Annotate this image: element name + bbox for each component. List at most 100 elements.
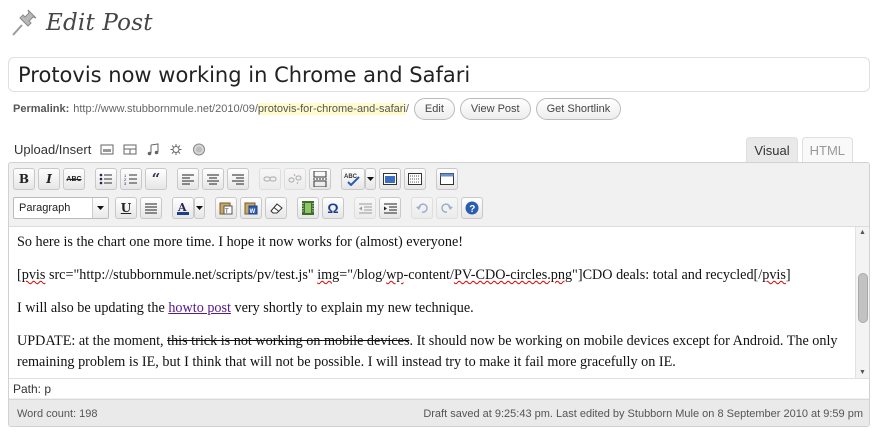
spellcheck-icon: ABC	[344, 174, 360, 186]
image-icon[interactable]	[100, 143, 114, 156]
align-center-icon	[207, 174, 219, 184]
align-center-button[interactable]	[202, 168, 224, 190]
text-color-button[interactable]: A	[172, 197, 194, 219]
permalink-base: http://www.stubbornmule.net/2010/09/	[73, 103, 258, 115]
editor-statusbar: Word count: 198 Draft saved at 9:25:43 p…	[9, 399, 869, 426]
media-icon[interactable]	[169, 143, 183, 156]
outdent-button[interactable]	[354, 197, 376, 219]
tab-visual[interactable]: Visual	[746, 137, 798, 163]
spellcheck-button[interactable]: ABC	[341, 168, 365, 190]
tab-html[interactable]: HTML	[801, 137, 853, 163]
post-editor: B I ABC 123 “ ABC Paragraph U A T W Ω ? …	[8, 162, 870, 427]
post-title-input[interactable]	[8, 57, 870, 92]
bullet-list-button[interactable]	[95, 168, 117, 190]
view-post-button[interactable]: View Post	[459, 98, 531, 120]
undo-button[interactable]	[411, 197, 433, 219]
insert-custom-button[interactable]	[436, 168, 458, 190]
permalink-slug[interactable]: protovis-for-chrome-and-safari	[257, 103, 406, 115]
fullscreen-button[interactable]	[379, 168, 401, 190]
bullet-list-icon	[99, 173, 112, 185]
kitchen-sink-button[interactable]	[404, 168, 426, 190]
content-scrollbar[interactable]: ▲ ▼	[855, 226, 869, 378]
upload-insert-label: Upload/Insert	[14, 141, 92, 157]
gallery-icon[interactable]	[192, 143, 206, 156]
link-icon	[263, 176, 277, 182]
pushpin-icon	[12, 9, 37, 36]
underline-button[interactable]: U	[115, 197, 137, 219]
permalink-trailing: /	[405, 103, 409, 115]
paragraph: So here is the chart one more time. I ho…	[17, 234, 463, 250]
paragraph: [pvis src="http://stubbornmule.net/scrip…	[17, 267, 791, 283]
svg-text:W: W	[250, 209, 256, 215]
indent-button[interactable]	[379, 197, 401, 219]
word-count: Word count: 198	[17, 407, 98, 420]
kitchen-sink-icon	[408, 173, 422, 185]
scroll-up-arrow-icon[interactable]: ▲	[859, 229, 866, 236]
align-right-icon	[232, 174, 244, 184]
blockquote-button[interactable]: “	[145, 168, 167, 190]
autosave-status: Draft saved at 9:25:43 pm. Last edited b…	[423, 407, 863, 420]
paste-word-button[interactable]: W	[240, 197, 262, 219]
page-title: Edit Post	[46, 10, 153, 36]
edit-permalink-button[interactable]: Edit	[413, 98, 455, 120]
toolbar-row-2: Paragraph U A T W Ω ?	[13, 195, 486, 221]
align-left-button[interactable]	[177, 168, 199, 190]
get-shortlink-button[interactable]: Get Shortlink	[535, 98, 622, 120]
unlink-button[interactable]	[284, 168, 306, 190]
remove-format-button[interactable]	[265, 197, 287, 219]
undo-icon	[416, 203, 428, 213]
indent-icon	[383, 203, 397, 213]
howto-post-link[interactable]: howto post	[168, 300, 231, 316]
unlink-icon	[288, 173, 302, 185]
more-tag-icon	[313, 171, 327, 187]
svg-text:?: ?	[469, 204, 475, 215]
scrollbar-thumb[interactable]	[858, 273, 868, 323]
toolbar-row-1: B I ABC 123 “ ABC	[13, 166, 461, 192]
video-icon[interactable]	[123, 143, 137, 156]
chevron-down-icon	[367, 177, 374, 181]
special-character-button[interactable]: Ω	[322, 197, 344, 219]
redo-button[interactable]	[436, 197, 458, 219]
omega-icon: Ω	[327, 200, 339, 216]
svg-text:T: T	[225, 209, 229, 215]
permalink-label: Permalink:	[13, 103, 70, 115]
justify-icon	[145, 203, 157, 213]
element-path: Path: p	[9, 378, 869, 398]
permalink-row: Permalink: http://www.stubbornmule.net/2…	[13, 98, 622, 120]
justify-button[interactable]	[140, 197, 162, 219]
format-select[interactable]: Paragraph	[13, 197, 109, 219]
paste-word-icon: W	[244, 202, 258, 215]
paste-text-button[interactable]: T	[215, 197, 237, 219]
spellcheck-dropdown[interactable]	[365, 168, 376, 190]
editor-content[interactable]: So here is the chart one more time. I ho…	[9, 226, 855, 378]
numbered-list-button[interactable]: 123	[120, 168, 142, 190]
paragraph: I will also be updating the howto post v…	[17, 300, 474, 316]
align-right-button[interactable]	[227, 168, 249, 190]
redo-icon	[441, 203, 453, 213]
editor-tabs: Visual HTML	[742, 137, 853, 163]
link-button[interactable]	[259, 168, 281, 190]
text-color-dropdown[interactable]	[194, 197, 205, 219]
italic-button[interactable]: I	[38, 168, 60, 190]
upload-insert-bar: Upload/Insert	[14, 139, 206, 159]
numbered-list-icon: 123	[124, 173, 137, 185]
window-icon	[440, 173, 454, 185]
embed-media-button[interactable]	[297, 197, 319, 219]
outdent-icon	[358, 203, 372, 213]
strikethrough-button[interactable]: ABC	[63, 168, 85, 190]
align-left-icon	[182, 174, 194, 184]
strikethrough-text: this trick is not working on mobile devi…	[167, 333, 410, 349]
page-header: Edit Post	[10, 6, 153, 40]
film-icon	[302, 201, 314, 215]
text-color-icon: A	[177, 201, 189, 215]
bold-button[interactable]: B	[13, 168, 35, 190]
scroll-down-arrow-icon[interactable]: ▼	[859, 369, 866, 376]
help-button[interactable]: ?	[461, 197, 483, 219]
chevron-down-icon	[92, 198, 108, 218]
chevron-down-icon	[196, 206, 203, 210]
help-icon: ?	[465, 201, 479, 215]
insert-more-button[interactable]	[309, 168, 331, 190]
paragraph: UPDATE: at the moment, this trick is not…	[17, 333, 838, 370]
audio-icon[interactable]	[146, 142, 160, 156]
paste-text-icon: T	[219, 202, 233, 215]
